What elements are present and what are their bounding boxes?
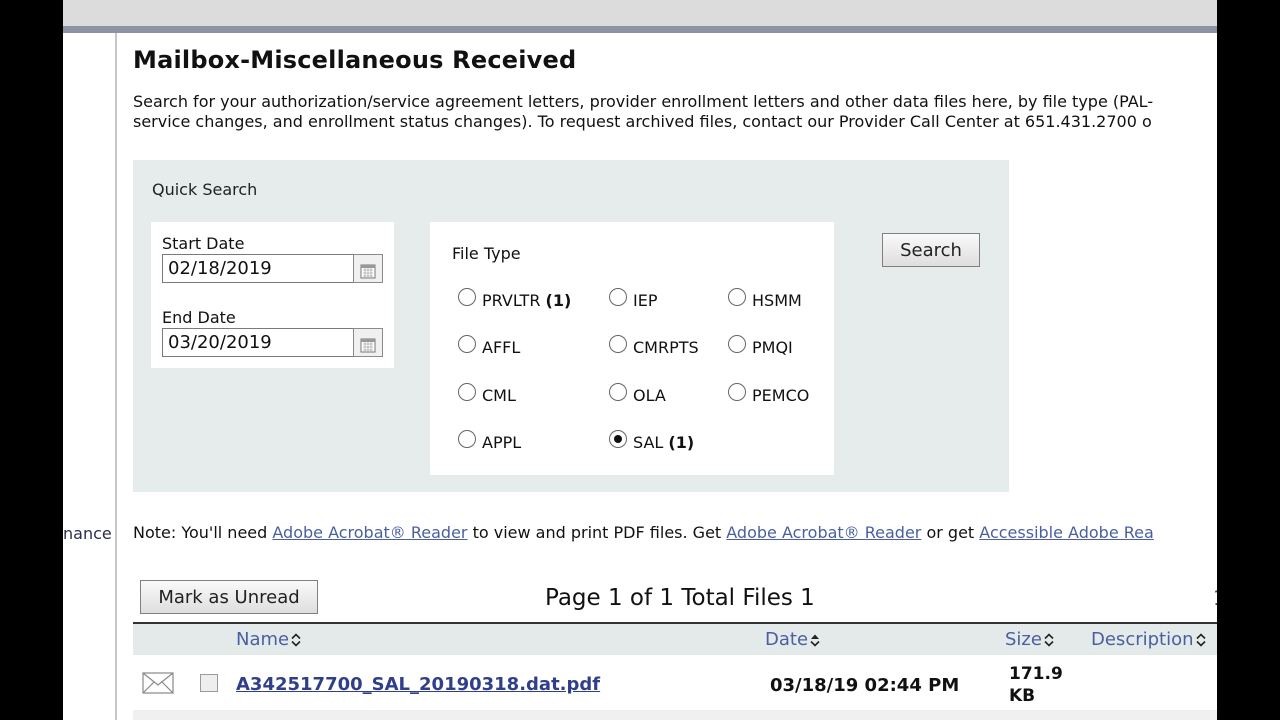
note-text: Note: You'll need	[133, 523, 273, 542]
file-size: 171.9 KB	[1009, 664, 1063, 706]
sort-icon	[291, 633, 301, 647]
option-label: OLA	[633, 386, 666, 405]
page-title: Mailbox-Miscellaneous Received	[133, 46, 577, 74]
table-next-row	[133, 710, 1217, 720]
calendar-icon	[360, 338, 376, 353]
calendar-icon	[360, 264, 376, 279]
date-range-box: Start Date End Date	[151, 222, 394, 368]
column-header-label: Description	[1091, 629, 1194, 650]
description-line-2: service changes, and enrollment status c…	[133, 112, 1152, 131]
radio-button[interactable]	[728, 383, 746, 401]
radio-button[interactable]	[728, 288, 746, 306]
option-label: SAL	[633, 433, 664, 452]
sidebar-link-fragment[interactable]: nance	[63, 524, 112, 543]
accessible-adobe-reader-link[interactable]: Accessible Adobe Rea	[979, 523, 1154, 542]
column-header-label: Name	[236, 629, 290, 650]
radio-button[interactable]	[458, 430, 476, 448]
left-divider	[115, 33, 117, 720]
column-header-name[interactable]: Name	[236, 629, 302, 650]
radio-button[interactable]	[728, 335, 746, 353]
envelope-icon	[142, 672, 174, 694]
column-header-date[interactable]: Date	[765, 629, 821, 650]
start-date-label: Start Date	[162, 234, 245, 253]
option-label: PEMCO	[752, 386, 810, 405]
radio-button[interactable]	[458, 288, 476, 306]
column-header-size[interactable]: Size	[1005, 629, 1055, 650]
end-date-label: End Date	[162, 308, 236, 327]
radio-button[interactable]	[458, 383, 476, 401]
description-line-1: Search for your authorization/service ag…	[133, 92, 1154, 111]
sort-icon	[810, 634, 820, 647]
note-text: to view and print PDF files. Get	[467, 523, 727, 542]
column-header-label: Date	[765, 629, 809, 650]
table-row: A342517700_SAL_20190318.dat.pdf 03/18/19…	[133, 655, 1217, 710]
browser-viewport: nance Mailbox-Miscellaneous Received Sea…	[63, 0, 1217, 720]
end-date-calendar-button[interactable]	[353, 328, 383, 357]
sort-icon	[1044, 633, 1054, 647]
radio-button[interactable]	[609, 335, 627, 353]
radio-button-selected[interactable]	[609, 430, 627, 448]
option-label: APPL	[482, 433, 522, 452]
column-header-label: Size	[1005, 629, 1042, 650]
file-date: 03/18/19 02:44 PM	[770, 675, 960, 696]
header-bar	[63, 26, 1217, 33]
option-label: HSMM	[752, 291, 802, 310]
quick-search-label: Quick Search	[152, 180, 258, 199]
search-button[interactable]: Search	[882, 233, 980, 267]
quick-search-panel: Quick Search Start Date End Date	[133, 160, 1009, 492]
radio-button[interactable]	[609, 383, 627, 401]
radio-button[interactable]	[458, 335, 476, 353]
option-label: AFFL	[482, 338, 521, 357]
option-count: (1)	[668, 433, 695, 452]
row-checkbox[interactable]	[200, 674, 218, 692]
option-count: (1)	[545, 291, 572, 310]
adobe-reader-link[interactable]: Adobe Acrobat® Reader	[272, 523, 467, 542]
option-label: CML	[482, 386, 516, 405]
top-strip	[63, 0, 1217, 26]
file-name-link[interactable]: A342517700_SAL_20190318.dat.pdf	[236, 674, 600, 695]
table-header: Name Date Size Description	[133, 624, 1217, 655]
mark-as-unread-button[interactable]: Mark as Unread	[140, 580, 318, 614]
acrobat-note: Note: You'll need Adobe Acrobat® Reader …	[133, 523, 1154, 542]
column-header-description[interactable]: Description	[1091, 629, 1207, 650]
pagination-fragment: 1	[1213, 586, 1217, 610]
start-date-calendar-button[interactable]	[353, 254, 383, 283]
note-text: or get	[921, 523, 980, 542]
option-label: PRVLTR	[482, 291, 541, 310]
adobe-reader-download-link[interactable]: Adobe Acrobat® Reader	[726, 523, 921, 542]
file-type-box: File Type PRVLTR (1) IEP HSMM AFFL CMRPT…	[430, 222, 834, 475]
option-label: CMRPTS	[633, 338, 699, 357]
radio-button[interactable]	[609, 288, 627, 306]
pagination-info: Page 1 of 1 Total Files 1	[545, 585, 815, 611]
option-label: PMQI	[752, 338, 793, 357]
end-date-input[interactable]	[162, 328, 353, 357]
file-type-label: File Type	[452, 244, 521, 263]
start-date-input[interactable]	[162, 254, 353, 283]
option-label: IEP	[633, 291, 658, 310]
sort-icon	[1195, 633, 1206, 647]
